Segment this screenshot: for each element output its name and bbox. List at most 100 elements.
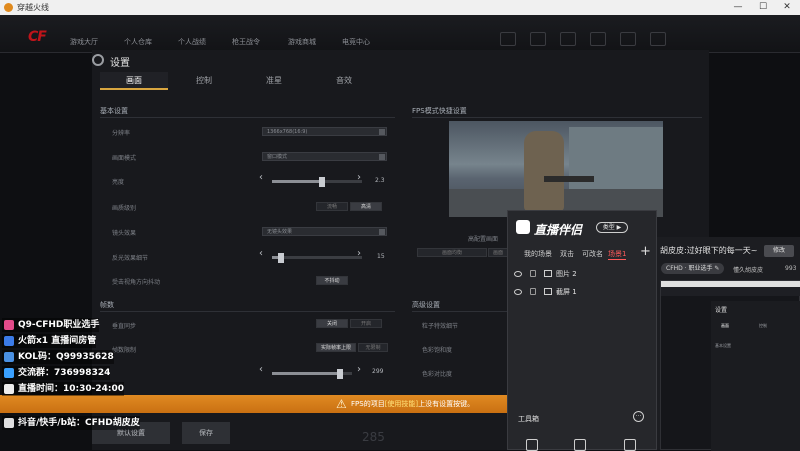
framecap-unlimited[interactable]: 无限制 xyxy=(358,343,388,352)
decrease-arrow[interactable]: ‹ xyxy=(259,172,263,183)
slider-thumb[interactable] xyxy=(278,253,284,263)
nav-esports[interactable]: 电竞中心 xyxy=(342,37,370,47)
fps-preview-image xyxy=(449,121,663,217)
overlay-line: 直播时间：10:30-24:00 xyxy=(2,382,125,396)
tab-crosshair[interactable]: 准星 xyxy=(240,72,308,90)
overlay-text: Q9-CFHD职业选手 xyxy=(18,320,100,330)
nav-record[interactable]: 个人战绩 xyxy=(178,37,206,47)
type-button[interactable]: 类型 ▶ xyxy=(596,222,628,233)
category-tag[interactable]: CFHD · 职业选手 ✎ xyxy=(661,263,725,274)
eye-icon[interactable] xyxy=(514,271,522,277)
minimize-button[interactable]: — xyxy=(727,1,749,14)
nav-lobby[interactable]: 游戏大厅 xyxy=(70,37,98,47)
setting-label: 分辨率 xyxy=(112,130,131,137)
framecap-real[interactable]: 实际帧率上限 xyxy=(316,343,356,352)
thumb-tab: 控制 xyxy=(759,323,767,328)
badge-icon xyxy=(4,320,14,330)
maximize-button[interactable]: ☐ xyxy=(752,1,774,14)
slider-fill xyxy=(272,180,322,183)
setting-label: 色彩对比度 xyxy=(422,371,453,378)
shake-option[interactable]: 不抖动 xyxy=(316,276,348,285)
game-nav-bar: CF 游戏大厅 个人仓库 个人战绩 枪王战令 游戏商城 电竞中心 xyxy=(0,15,800,53)
notice-text: FPS的项目[使用技能]上没有设置按键。 xyxy=(351,399,474,409)
vsync-off[interactable]: 关闭 xyxy=(316,319,348,328)
increase-arrow[interactable]: › xyxy=(357,248,361,259)
lens-effect-select[interactable]: 无镜头效果 xyxy=(262,227,387,236)
reflection-value: 15 xyxy=(377,253,385,260)
select-value: 窗口模式 xyxy=(267,154,288,160)
resolution-select[interactable]: 1366x768(16:9) xyxy=(262,127,387,136)
layer-item[interactable]: 截屏 1 xyxy=(514,287,634,301)
friends-icon[interactable] xyxy=(560,32,576,46)
live-brand: 直播伴侣 xyxy=(534,223,583,237)
nav-battlepass[interactable]: 枪王战令 xyxy=(232,37,260,47)
mail-icon[interactable] xyxy=(530,32,546,46)
scene-tab-dblclick[interactable]: 双击 xyxy=(560,249,574,259)
setting-label: 粒子特效细节 xyxy=(422,323,459,330)
chat-icon[interactable] xyxy=(620,32,636,46)
window-title: 穿越火线 xyxy=(17,3,49,12)
setting-label: 反光效果细节 xyxy=(112,255,149,262)
overlay-line: KOL码：Q99935628 xyxy=(2,350,114,364)
setting-label: 镜头效果 xyxy=(112,230,137,237)
select-value: 无镜头效果 xyxy=(267,229,293,235)
bag-icon[interactable] xyxy=(590,32,606,46)
menu-icon[interactable] xyxy=(650,32,666,46)
room-subtitle: 懂久胡皮皮 xyxy=(733,267,764,274)
tab-display[interactable]: 画面 xyxy=(100,72,168,90)
grid-icon[interactable] xyxy=(500,32,516,46)
section-frames: 帧数 xyxy=(100,301,114,309)
thumb-tab: 画面 xyxy=(721,323,729,328)
rocket-icon xyxy=(4,336,14,346)
setting-label: 受击视角方向抖动 xyxy=(112,279,161,286)
divider xyxy=(100,117,395,118)
vsync-on[interactable]: 开启 xyxy=(350,319,382,328)
task-icon[interactable] xyxy=(624,439,636,451)
cf-logo: CF xyxy=(28,29,47,45)
slider-thumb[interactable] xyxy=(337,369,343,379)
setting-label: 画面模式 xyxy=(112,155,137,162)
setting-label: 画质级别 xyxy=(112,205,137,212)
overlay-line: Q9-CFHD职业选手 xyxy=(2,318,100,332)
nav-warehouse[interactable]: 个人仓库 xyxy=(124,37,152,47)
fps-option-balanced[interactable]: 画面均衡 xyxy=(417,248,487,257)
user-icon[interactable] xyxy=(574,439,586,451)
scene-tab-mine[interactable]: 我的场景 xyxy=(524,249,552,259)
lock-icon[interactable] xyxy=(530,270,536,277)
add-scene-button[interactable]: + xyxy=(640,244,651,259)
setting-label: 帧数限制 xyxy=(112,347,137,354)
nav-shop[interactable]: 游戏商城 xyxy=(288,37,316,47)
layer-item[interactable]: 图片 2 xyxy=(514,269,634,283)
close-button[interactable]: ✕ xyxy=(776,1,798,14)
display-mode-select[interactable]: 窗口模式 xyxy=(262,152,387,161)
reflection-slider[interactable] xyxy=(272,256,362,259)
fps-sub-label: 高配置画面 xyxy=(468,236,499,243)
overlay-line: 交流群：736998324 xyxy=(2,366,111,380)
thumb-settings-panel: 设置 画面 控制 基本设置 xyxy=(711,301,800,451)
decrease-arrow[interactable]: ‹ xyxy=(259,364,263,375)
quality-option-hd[interactable]: 高清 xyxy=(350,202,382,211)
modify-button[interactable]: 修改 xyxy=(764,245,794,257)
layer-name: 截屏 1 xyxy=(556,288,577,296)
scene-tab-1[interactable]: 场景1 xyxy=(608,249,627,260)
slider-thumb[interactable] xyxy=(318,177,325,187)
increase-arrow[interactable]: › xyxy=(357,172,361,183)
eye-icon[interactable] xyxy=(514,289,522,295)
room-count: 993 xyxy=(785,265,797,272)
divider xyxy=(100,311,395,312)
scene-tab-rename[interactable]: 可改名 xyxy=(582,249,603,259)
brightness-slider[interactable] xyxy=(272,180,362,183)
lock-icon[interactable] xyxy=(530,288,536,295)
calendar-icon[interactable] xyxy=(526,439,538,451)
tab-sound[interactable]: 音效 xyxy=(310,72,378,90)
quality-option-smooth[interactable]: 流畅 xyxy=(316,202,348,211)
chevron-down-icon xyxy=(379,154,385,160)
save-button[interactable]: 保存 xyxy=(182,422,230,444)
decrease-arrow[interactable]: ‹ xyxy=(259,248,263,259)
more-icon[interactable]: ··· xyxy=(633,411,644,422)
tab-control[interactable]: 控制 xyxy=(170,72,238,90)
increase-arrow[interactable]: › xyxy=(357,364,361,375)
fps-option-2[interactable]: 画面 xyxy=(488,248,508,257)
room-title: 胡皮皮:过好眼下的每一天~ xyxy=(660,246,758,255)
thumb-settings-title: 设置 xyxy=(715,307,728,314)
